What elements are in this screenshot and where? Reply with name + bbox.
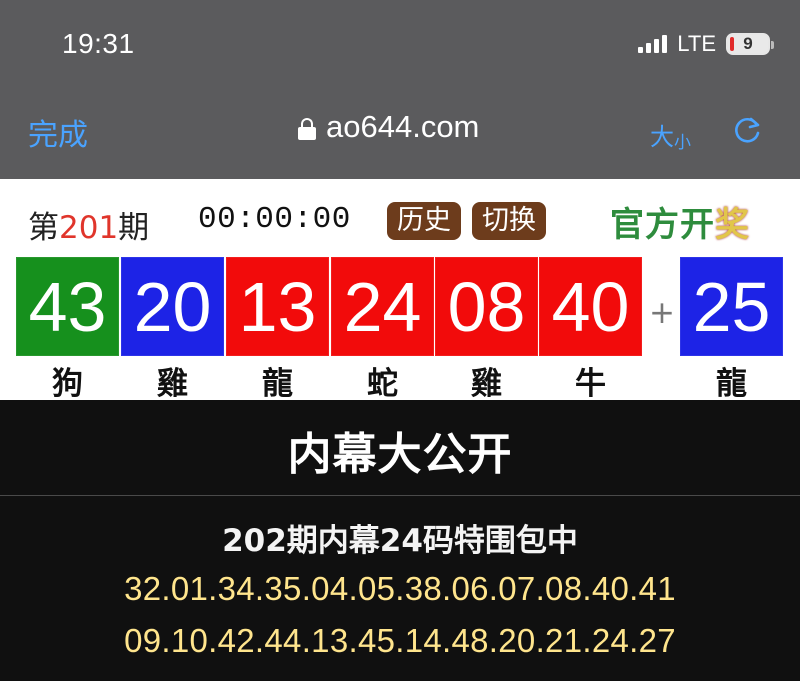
status-time: 19:31: [62, 28, 135, 59]
address-bar[interactable]: ao644.com: [298, 109, 479, 145]
countdown-timer: 00:00:00: [198, 202, 351, 237]
period-suffix: 期: [118, 210, 150, 246]
official-label-suffix: 奖: [715, 205, 750, 245]
draw-ball-3: 13 龍: [226, 257, 329, 402]
draw-ball-1: 43 狗: [16, 257, 119, 402]
browser-top-bar: 19:31 LTE 9 完成 ao644.com 大小: [0, 0, 800, 179]
draw-ball-2: 20 雞: [121, 257, 224, 402]
prediction-numbers-line-2: 09.10.42.44.13.45.14.48.20.21.24.27: [124, 622, 676, 659]
lock-icon: [298, 117, 316, 140]
draw-ball-5: 08 雞: [435, 257, 538, 402]
text-size-small-label: 小: [674, 133, 691, 153]
battery-level: 9: [743, 34, 753, 53]
text-size-large-label: 大: [650, 123, 674, 151]
ball-zodiac: 龍: [716, 366, 747, 402]
prediction-title: 202期内幕24码特围包中: [222, 523, 578, 559]
draw-ball-4: 24 蛇: [331, 257, 434, 402]
section-title: 内幕大公开: [287, 429, 513, 480]
text-size-button[interactable]: 大小: [650, 117, 691, 153]
divider: [0, 495, 800, 496]
done-button[interactable]: 完成: [28, 110, 88, 154]
signal-icon: [638, 35, 668, 53]
prediction-numbers-line-1: 32.01.34.35.04.05.38.06.07.08.40.41: [124, 570, 676, 607]
reload-icon[interactable]: [733, 115, 763, 145]
draw-ball-6: 40 牛: [539, 257, 642, 402]
official-label-prefix: 官方开: [610, 205, 715, 245]
switch-button[interactable]: 切换: [472, 202, 546, 240]
lottery-result-panel: 第201期 00:00:00 历史 切换 官方开奖 43 狗 20 雞 13 龍…: [0, 179, 800, 402]
ball-number: 08: [435, 257, 538, 356]
ball-zodiac: 龍: [262, 366, 293, 402]
special-ball: 25 龍: [680, 257, 783, 402]
period-prefix: 第: [28, 210, 59, 246]
plus-sign: +: [649, 295, 675, 331]
ball-number: 24: [331, 257, 434, 356]
ball-zodiac: 狗: [52, 366, 83, 402]
official-draw-link[interactable]: 官方开奖: [610, 197, 750, 246]
ball-zodiac: 雞: [157, 366, 188, 402]
ball-number: 13: [226, 257, 329, 356]
ball-zodiac: 牛: [575, 366, 606, 402]
insider-info-section: 内幕大公开 202期内幕24码特围包中 32.01.34.35.04.05.38…: [0, 400, 800, 681]
period-number: 201: [59, 210, 119, 246]
history-button[interactable]: 历史: [387, 202, 461, 240]
ball-zodiac: 蛇: [367, 366, 398, 402]
ball-number: 43: [16, 257, 119, 356]
ball-number: 20: [121, 257, 224, 356]
ball-zodiac: 雞: [471, 366, 502, 402]
draw-number-row: 43 狗 20 雞 13 龍 24 蛇 08 雞 40 牛 + 25 龍: [16, 257, 784, 402]
url-text: ao644.com: [326, 109, 480, 144]
status-icons: LTE 9: [638, 31, 774, 57]
ball-number: 25: [680, 257, 783, 356]
battery-icon: 9: [726, 33, 774, 55]
network-type: LTE: [677, 31, 716, 56]
browser-page: 19:31 LTE 9 完成 ao644.com 大小 第201期 00:00:…: [0, 0, 800, 681]
period-label: 第201期: [28, 202, 149, 247]
ball-number: 40: [539, 257, 642, 356]
